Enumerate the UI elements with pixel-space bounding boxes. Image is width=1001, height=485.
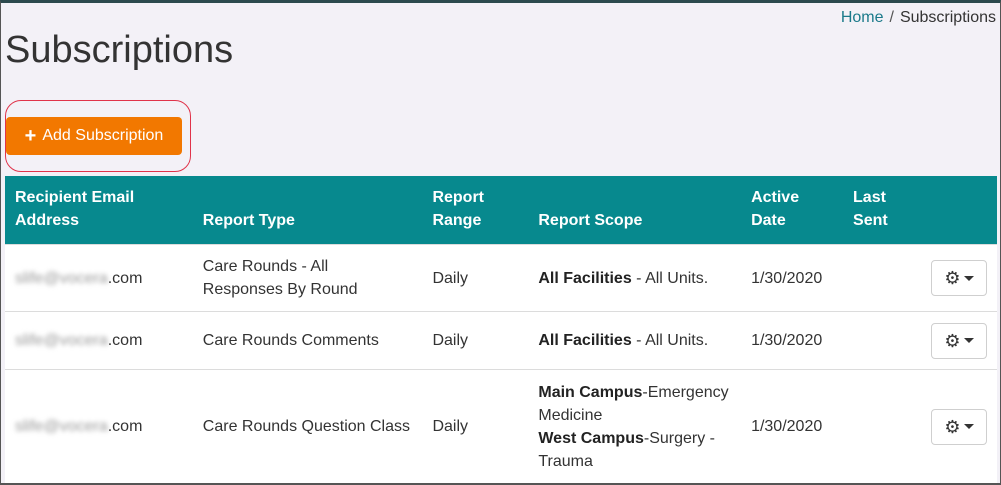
scope-facility: West Campus bbox=[538, 429, 644, 447]
page-title: Subscriptions bbox=[5, 29, 234, 71]
header-text: Recipient Email bbox=[15, 189, 135, 206]
cell-active-date: 1/30/2020 bbox=[741, 311, 844, 370]
highlight-ring: + Add Subscription bbox=[5, 100, 191, 172]
table-row: slife@vocera.com Care Rounds Comments Da… bbox=[5, 311, 997, 370]
scope-facility: All Facilities bbox=[538, 269, 632, 287]
cell-report-scope: All Facilities - All Units. bbox=[528, 244, 742, 312]
breadcrumb-home-link[interactable]: Home bbox=[841, 9, 884, 27]
email-domain: .com bbox=[107, 332, 143, 349]
header-text: Range bbox=[432, 212, 482, 229]
add-subscription-label: Add Subscription bbox=[42, 127, 164, 144]
email-redacted: slife@vocera bbox=[15, 269, 108, 287]
cell-active-date: 1/30/2020 bbox=[741, 244, 844, 312]
scope-facility: Main Campus bbox=[538, 383, 643, 401]
cell-email: slife@vocera.com bbox=[5, 311, 193, 370]
scope-line: West Campus-Surgery - Trauma bbox=[538, 427, 731, 473]
col-header-actions bbox=[920, 176, 997, 245]
caret-down-icon bbox=[963, 338, 974, 343]
header-text: Sent bbox=[853, 212, 888, 229]
cell-report-type: Care Rounds - All Responses By Round bbox=[192, 244, 423, 312]
col-header-last-sent[interactable]: Last Sent bbox=[843, 176, 921, 245]
col-header-report-scope[interactable]: Report Scope bbox=[528, 176, 742, 245]
scope-facility: All Facilities bbox=[538, 332, 632, 349]
row-actions-button[interactable]: ⚙ bbox=[931, 322, 987, 359]
cell-actions: ⚙ bbox=[920, 311, 997, 370]
header-text: Date bbox=[751, 212, 786, 229]
cell-report-range: Daily bbox=[422, 244, 529, 312]
cell-last-sent bbox=[843, 311, 921, 370]
cell-active-date: 1/30/2020 bbox=[741, 369, 844, 484]
col-header-report-type[interactable]: Report Type bbox=[192, 176, 423, 245]
cell-report-range: Daily bbox=[422, 311, 529, 370]
col-header-report-range[interactable]: Report Range bbox=[422, 176, 529, 245]
header-text: Address bbox=[15, 212, 80, 229]
cell-report-type: Care Rounds Comments bbox=[192, 311, 423, 370]
cell-report-type: Care Rounds Question Class bbox=[192, 369, 423, 484]
breadcrumb-current: Subscriptions bbox=[899, 9, 996, 26]
caret-down-icon bbox=[963, 275, 974, 281]
add-subscription-button[interactable]: + Add Subscription bbox=[6, 117, 182, 155]
cell-report-range: Daily bbox=[422, 369, 529, 484]
table-row: slife@vocera.com Care Rounds Question Cl… bbox=[5, 369, 997, 484]
header-text: Report Scope bbox=[538, 212, 643, 229]
email-redacted: slife@vocera bbox=[15, 332, 108, 349]
row-actions-button[interactable]: ⚙ bbox=[931, 260, 987, 296]
email-domain: .com bbox=[107, 418, 143, 436]
cell-actions: ⚙ bbox=[920, 244, 997, 312]
gear-icon: ⚙ bbox=[944, 268, 961, 288]
col-header-recipient[interactable]: Recipient Email Address bbox=[5, 176, 193, 245]
cell-email: slife@vocera.com bbox=[5, 244, 193, 312]
gear-icon: ⚙ bbox=[944, 416, 961, 437]
breadcrumb: Home / Subscriptions bbox=[841, 9, 996, 27]
gear-icon: ⚙ bbox=[944, 330, 961, 351]
scope-line: Main Campus-Emergency Medicine bbox=[538, 381, 731, 427]
cell-report-scope: Main Campus-Emergency Medicine West Camp… bbox=[528, 369, 742, 484]
header-text: Report Type bbox=[202, 212, 295, 229]
cell-report-scope: All Facilities - All Units. bbox=[528, 311, 742, 370]
caret-down-icon bbox=[963, 424, 974, 430]
cell-last-sent bbox=[843, 244, 921, 312]
subscriptions-table: Recipient Email Address Report Type Repo… bbox=[5, 176, 997, 484]
header-text: Active bbox=[751, 189, 800, 206]
cell-email: slife@vocera.com bbox=[5, 369, 193, 484]
breadcrumb-separator: / bbox=[889, 9, 894, 26]
header-text: Report bbox=[432, 189, 485, 206]
scope-units: - All Units. bbox=[631, 332, 709, 349]
row-actions-button[interactable]: ⚙ bbox=[931, 408, 987, 445]
plus-icon: + bbox=[24, 125, 37, 147]
scope-units: - All Units. bbox=[631, 269, 709, 287]
table-header-row: Recipient Email Address Report Type Repo… bbox=[5, 176, 997, 245]
cell-actions: ⚙ bbox=[920, 369, 997, 484]
table-row: slife@vocera.com Care Rounds - All Respo… bbox=[5, 244, 997, 312]
col-header-active-date[interactable]: Active Date bbox=[741, 176, 844, 245]
email-domain: .com bbox=[107, 269, 143, 287]
header-text: Last bbox=[853, 189, 886, 206]
email-redacted: slife@vocera bbox=[15, 418, 108, 436]
cell-last-sent bbox=[843, 369, 921, 484]
